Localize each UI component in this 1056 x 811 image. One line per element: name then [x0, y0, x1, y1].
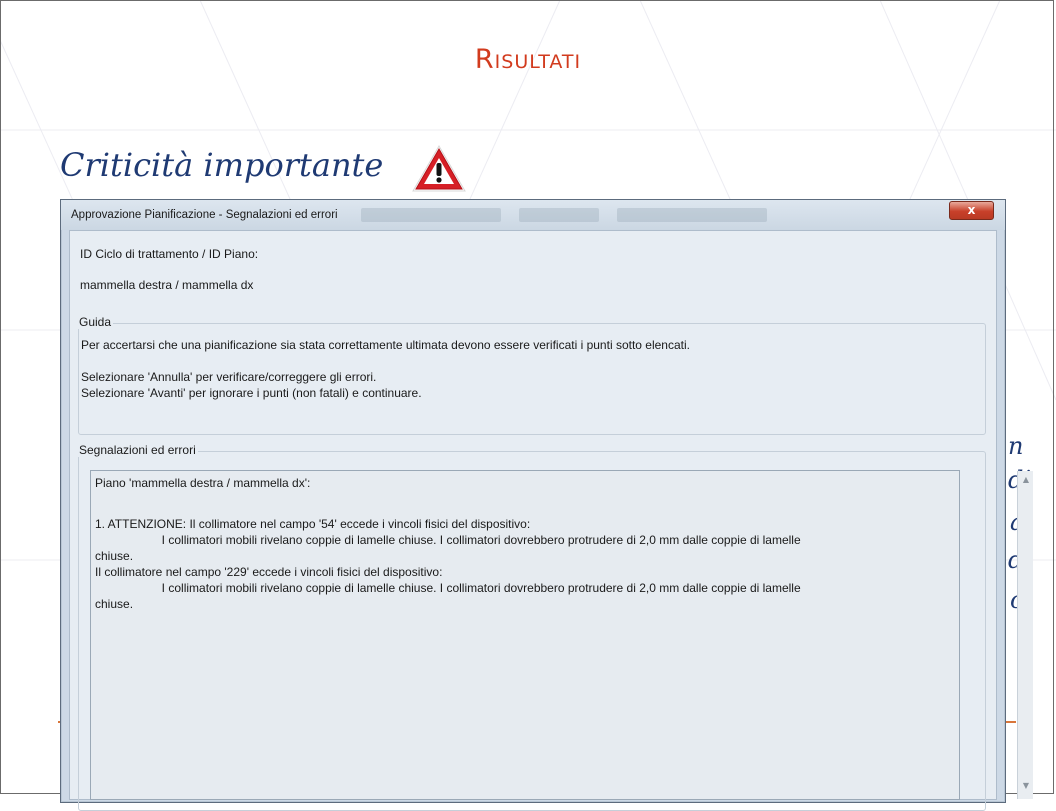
warning-icon	[412, 145, 466, 192]
scroll-down-arrow-icon[interactable]: ▼	[1021, 781, 1031, 790]
textarea-scrollbar[interactable]: ▲ ▼	[1017, 471, 1033, 799]
guide-text: Selezionare 'Annulla' per verificare/cor…	[81, 370, 377, 384]
slide-text-fragment: n	[1008, 432, 1024, 460]
warnings-legend: Segnalazioni ed errori	[77, 443, 198, 457]
background-toolbar-ghost	[361, 208, 501, 222]
warnings-textarea[interactable]: Piano 'mammella destra / mammella dx': 1…	[90, 470, 1033, 800]
guide-text: Selezionare 'Avanti' per ignorare i punt…	[81, 386, 422, 400]
warning-line: chiuse.	[95, 597, 134, 611]
guide-text: Per accertarsi che una pianificazione si…	[81, 338, 690, 352]
guide-group: Guida Per accertarsi che una pianificazi…	[77, 315, 986, 435]
dialog-titlebar[interactable]: Approvazione Pianificazione - Segnalazio…	[61, 200, 1005, 230]
slide-subtitle: Criticità importante	[60, 146, 384, 184]
scroll-up-arrow-icon[interactable]: ▲	[1021, 475, 1031, 484]
close-button[interactable]: x	[949, 201, 994, 220]
warning-line: 1. ATTENZIONE: Il collimatore nel campo …	[95, 517, 531, 531]
warning-line: I collimatori mobili rivelano coppie di …	[95, 533, 801, 547]
background-toolbar-ghost	[617, 208, 767, 222]
warning-line: Il collimatore nel campo '229' eccede i …	[95, 565, 443, 579]
background-toolbar-ghost	[519, 208, 599, 222]
warning-line: I collimatori mobili rivelano coppie di …	[95, 581, 801, 595]
guide-legend: Guida	[77, 315, 114, 329]
id-label: ID Ciclo di trattamento / ID Piano:	[80, 247, 259, 261]
dialog-title: Approvazione Pianificazione - Segnalazio…	[71, 209, 338, 221]
warning-line: Piano 'mammella destra / mammella dx':	[95, 476, 311, 490]
slide-title: Risultati	[474, 44, 582, 75]
warning-line: chiuse.	[95, 549, 134, 563]
id-value: mammella destra / mammella dx	[80, 278, 254, 292]
